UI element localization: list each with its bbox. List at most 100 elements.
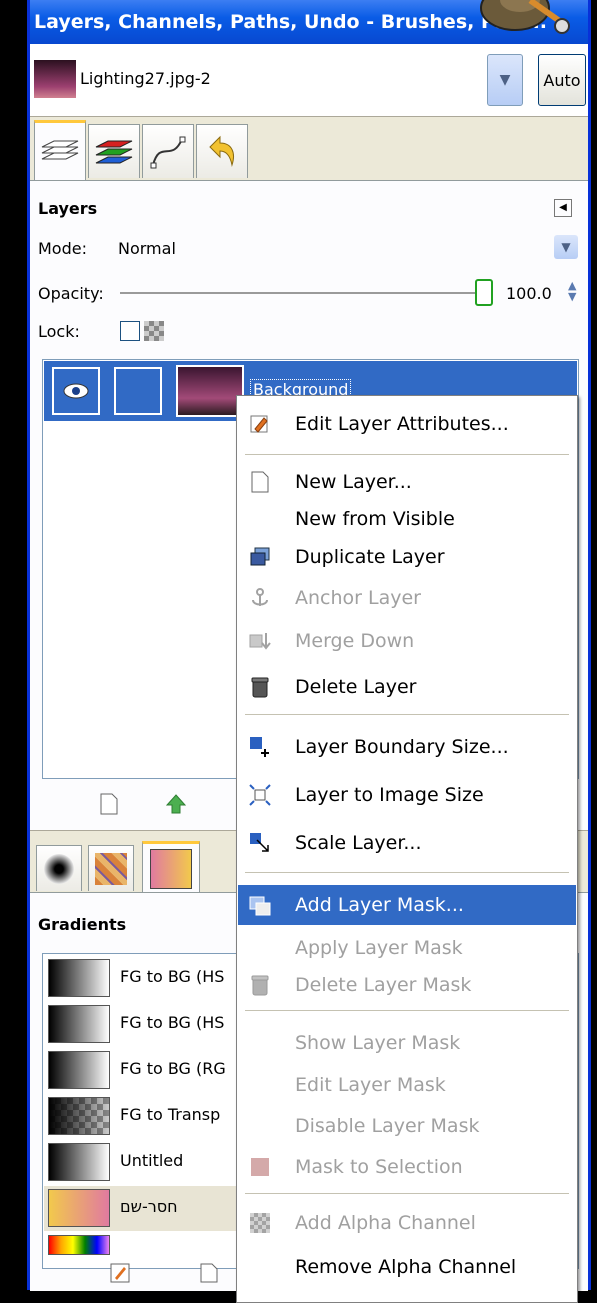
gradient-name: חסר-שם [120, 1197, 178, 1216]
menu-item-label: Add Alpha Channel [295, 1212, 476, 1234]
lock-checkbox[interactable] [120, 321, 140, 341]
menu-item-edit-layer-mask: Edit Layer Mask [238, 1065, 576, 1105]
merge-down-icon [249, 630, 271, 652]
gimp-mascot-icon [480, 0, 570, 34]
menu-item-label: Remove Alpha Channel [295, 1256, 517, 1278]
menu-separator [245, 1193, 569, 1194]
menu-item-new-layer[interactable]: New Layer... [238, 462, 576, 502]
menu-item-label: Edit Layer Mask [295, 1074, 446, 1096]
lock-alpha-icon [144, 321, 164, 341]
menu-item-layer-boundary-size[interactable]: Layer Boundary Size... [238, 727, 576, 767]
paths-icon [150, 136, 186, 168]
visibility-toggle[interactable] [52, 367, 100, 415]
menu-item-edit-layer-attributes[interactable]: Edit Layer Attributes... [238, 404, 576, 444]
opacity-label: Opacity: [38, 284, 104, 303]
tab-patterns[interactable] [88, 845, 134, 891]
dock-tabbar [30, 118, 588, 180]
gradient-swatch [48, 1189, 110, 1227]
layers-heading: Layers [38, 199, 98, 218]
duplicate-icon [249, 546, 271, 568]
gradient-name: FG to Transp [120, 1105, 221, 1124]
menu-item-layer-to-image-size[interactable]: Layer to Image Size [238, 775, 576, 815]
menu-item-anchor-layer: Anchor Layer [238, 578, 576, 618]
layers-icon [41, 140, 79, 159]
raise-layer-icon[interactable] [166, 793, 186, 815]
auto-button[interactable]: Auto [538, 54, 586, 106]
tab-gradients[interactable] [142, 841, 200, 893]
menu-separator [245, 454, 569, 455]
menu-item-scale-layer[interactable]: Scale Layer... [238, 823, 576, 863]
image-name: Lighting27.jpg-2 [80, 69, 211, 88]
menu-item-label: Edit Layer Attributes... [295, 413, 509, 435]
channels-icon [95, 140, 133, 163]
image-dropdown-button[interactable]: ▼ [487, 54, 523, 106]
menu-item-new-from-visible[interactable]: New from Visible [238, 499, 576, 539]
gradient-swatch [48, 1051, 110, 1089]
image-selector[interactable]: Lighting27.jpg-2 ▼ Auto [30, 44, 588, 117]
boundary-size-icon [249, 736, 271, 758]
edit-gradient-icon[interactable] [110, 1263, 130, 1283]
tab-channels[interactable] [88, 124, 140, 178]
menu-item-label: Layer to Image Size [295, 784, 484, 806]
menu-item-label: Apply Layer Mask [295, 937, 463, 959]
menu-item-label: Show Layer Mask [295, 1032, 461, 1054]
gradient-swatch [48, 1235, 110, 1255]
image-thumbnail [34, 60, 76, 98]
menu-item-label: Add Layer Mask... [295, 894, 464, 916]
eye-icon [63, 383, 89, 399]
opacity-slider-track[interactable] [120, 292, 478, 294]
link-toggle[interactable] [114, 367, 162, 415]
menu-item-label: Delete Layer [295, 676, 417, 698]
menu-item-remove-alpha-channel[interactable]: Remove Alpha Channel [238, 1247, 576, 1287]
menu-item-add-alpha-channel: Add Alpha Channel [238, 1203, 576, 1243]
alpha-icon [249, 1212, 271, 1234]
mask-selection-icon [249, 1156, 271, 1178]
menu-item-label: Layer Boundary Size... [295, 736, 509, 758]
mode-dropdown-icon[interactable]: ▼ [554, 235, 578, 259]
menu-item-add-layer-mask[interactable]: Add Layer Mask... [238, 885, 576, 925]
brush-icon [44, 853, 74, 884]
tab-paths[interactable] [142, 124, 194, 178]
new-layer-icon[interactable] [100, 793, 118, 815]
menu-separator [245, 872, 569, 873]
menu-item-merge-down: Merge Down [238, 621, 576, 661]
undo-icon [209, 135, 234, 167]
opacity-slider-handle[interactable] [475, 279, 493, 306]
gradient-swatch [48, 1097, 110, 1135]
gradient-name: Untitled [120, 1151, 184, 1170]
layer-thumbnail [176, 365, 244, 417]
to-image-size-icon [249, 784, 271, 806]
panel-menu-icon[interactable]: ◀ [554, 199, 572, 217]
menu-item-label: Duplicate Layer [295, 546, 445, 568]
new-gradient-icon[interactable] [200, 1263, 218, 1283]
menu-item-label: Mask to Selection [295, 1156, 463, 1178]
tab-layers[interactable] [34, 120, 86, 180]
menu-item-label: Disable Layer Mask [295, 1115, 480, 1137]
spin-arrows-icon[interactable]: ▲ ▼ [568, 280, 576, 302]
new-layer-icon [249, 471, 271, 493]
menu-item-apply-layer-mask: Apply Layer Mask [238, 928, 576, 968]
gradient-name: FG to BG (HS [120, 1013, 225, 1032]
chevron-down-icon: ▼ [499, 72, 511, 88]
gradient-icon [150, 848, 192, 889]
trash-icon [249, 974, 271, 996]
menu-item-label: Anchor Layer [295, 587, 421, 609]
gradients-heading: Gradients [38, 915, 127, 934]
tab-brushes[interactable] [36, 845, 82, 891]
menu-separator [245, 1010, 569, 1011]
menu-item-delete-layer[interactable]: Delete Layer [238, 667, 576, 707]
menu-item-duplicate-layer[interactable]: Duplicate Layer [238, 537, 576, 577]
menu-item-label: New from Visible [295, 508, 455, 530]
scale-icon [249, 832, 271, 854]
tab-undo[interactable] [196, 124, 248, 178]
gradient-swatch [48, 959, 110, 997]
gradient-name: FG to BG (HS [120, 967, 225, 986]
menu-item-label: Delete Layer Mask [295, 974, 472, 996]
anchor-icon [249, 587, 271, 609]
pattern-icon [95, 852, 127, 885]
mode-select[interactable]: Normal [118, 239, 176, 258]
layer-context-menu: Edit Layer Attributes... New Layer... Ne… [236, 395, 578, 1303]
mode-label: Mode: [38, 239, 87, 258]
opacity-value[interactable]: 100.0 [506, 284, 552, 303]
menu-item-mask-to-selection: Mask to Selection [238, 1147, 576, 1187]
